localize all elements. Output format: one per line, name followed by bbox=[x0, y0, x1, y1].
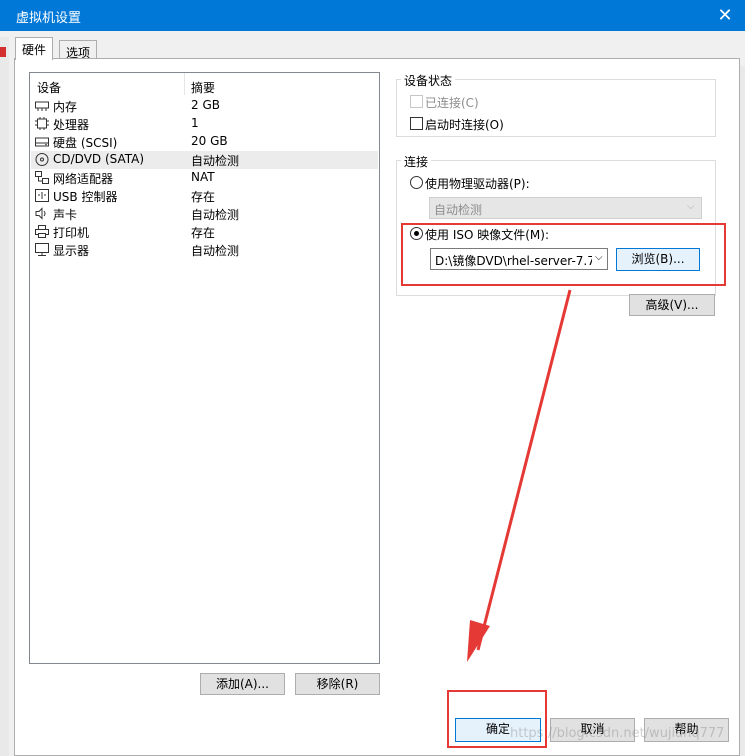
close-button[interactable]: ✕ bbox=[705, 0, 745, 31]
monitor-icon bbox=[35, 243, 49, 256]
device-row-cd-dvd[interactable]: CD/DVD (SATA) 自动检测 bbox=[31, 151, 378, 169]
device-row-network-adapter[interactable]: 网络适配器 NAT bbox=[31, 169, 378, 187]
connected-checkbox[interactable] bbox=[410, 95, 423, 108]
background-window-left bbox=[0, 37, 9, 756]
iso-highlight-box bbox=[401, 223, 726, 286]
window-title: 虚拟机设置 bbox=[16, 11, 82, 26]
physical-drive-select[interactable]: 自动检测 ⌵ bbox=[429, 197, 702, 219]
remove-device-button[interactable]: 移除(R) bbox=[295, 673, 380, 695]
network-adapter-icon bbox=[35, 171, 49, 184]
device-summary: 存在 bbox=[191, 190, 216, 204]
device-row-display[interactable]: 显示器 自动检测 bbox=[31, 241, 378, 259]
device-summary: NAT bbox=[191, 170, 215, 184]
device-row-processor[interactable]: 处理器 1 bbox=[31, 115, 378, 133]
column-header-device[interactable]: 设备 bbox=[37, 79, 61, 96]
device-name: 处理器 bbox=[53, 118, 90, 132]
chevron-down-icon: ⌵ bbox=[687, 201, 695, 212]
device-name: 显示器 bbox=[53, 244, 90, 258]
device-name: 内存 bbox=[53, 100, 78, 114]
physical-drive-value: 自动检测 bbox=[434, 203, 483, 217]
device-row-usb-controller[interactable]: USB 控制器 存在 bbox=[31, 187, 378, 205]
column-divider[interactable] bbox=[184, 73, 185, 95]
cd-dvd-icon bbox=[35, 153, 49, 166]
device-summary: 存在 bbox=[191, 226, 216, 240]
device-summary: 自动检测 bbox=[191, 154, 240, 168]
usb-icon bbox=[35, 189, 49, 202]
physical-drive-radio[interactable] bbox=[410, 176, 423, 189]
device-status-title: 设备状态 bbox=[401, 72, 456, 89]
advanced-button[interactable]: 高级(V)... bbox=[629, 294, 715, 316]
device-row-printer[interactable]: 打印机 存在 bbox=[31, 223, 378, 241]
device-summary: 20 GB bbox=[191, 134, 228, 148]
device-summary: 自动检测 bbox=[191, 244, 240, 258]
add-device-button[interactable]: 添加(A)... bbox=[200, 673, 285, 695]
device-row-harddisk[interactable]: 硬盘 (SCSI) 20 GB bbox=[31, 133, 378, 151]
device-name: 声卡 bbox=[53, 208, 78, 222]
physical-drive-label: 使用物理驱动器(P): bbox=[425, 177, 530, 191]
device-name: 硬盘 (SCSI) bbox=[53, 136, 118, 150]
tab-hardware[interactable]: 硬件 bbox=[15, 37, 54, 60]
device-name: 网络适配器 bbox=[53, 172, 114, 186]
device-row-memory[interactable]: 内存 2 GB bbox=[31, 97, 378, 115]
device-name: USB 控制器 bbox=[53, 190, 118, 204]
device-row-sound-card[interactable]: 声卡 自动检测 bbox=[31, 205, 378, 223]
connection-title: 连接 bbox=[401, 153, 432, 170]
title-bar: 虚拟机设置 ✕ bbox=[0, 0, 745, 31]
connected-label: 已连接(C) bbox=[425, 96, 479, 110]
background-marker bbox=[0, 47, 6, 57]
column-header-summary[interactable]: 摘要 bbox=[191, 79, 215, 96]
connect-on-power-on-label: 启动时连接(O) bbox=[425, 118, 504, 132]
device-summary: 1 bbox=[191, 116, 199, 130]
printer-icon bbox=[35, 225, 49, 238]
harddisk-icon bbox=[35, 137, 49, 147]
device-name: 打印机 bbox=[53, 226, 90, 240]
speaker-icon bbox=[35, 207, 46, 220]
device-summary: 自动检测 bbox=[191, 208, 240, 222]
memory-icon bbox=[35, 101, 49, 111]
device-name: CD/DVD (SATA) bbox=[53, 152, 145, 166]
connect-on-power-on-checkbox[interactable] bbox=[410, 117, 423, 130]
ok-highlight-box bbox=[447, 690, 547, 748]
device-summary: 2 GB bbox=[191, 98, 220, 112]
processor-icon bbox=[35, 117, 49, 130]
